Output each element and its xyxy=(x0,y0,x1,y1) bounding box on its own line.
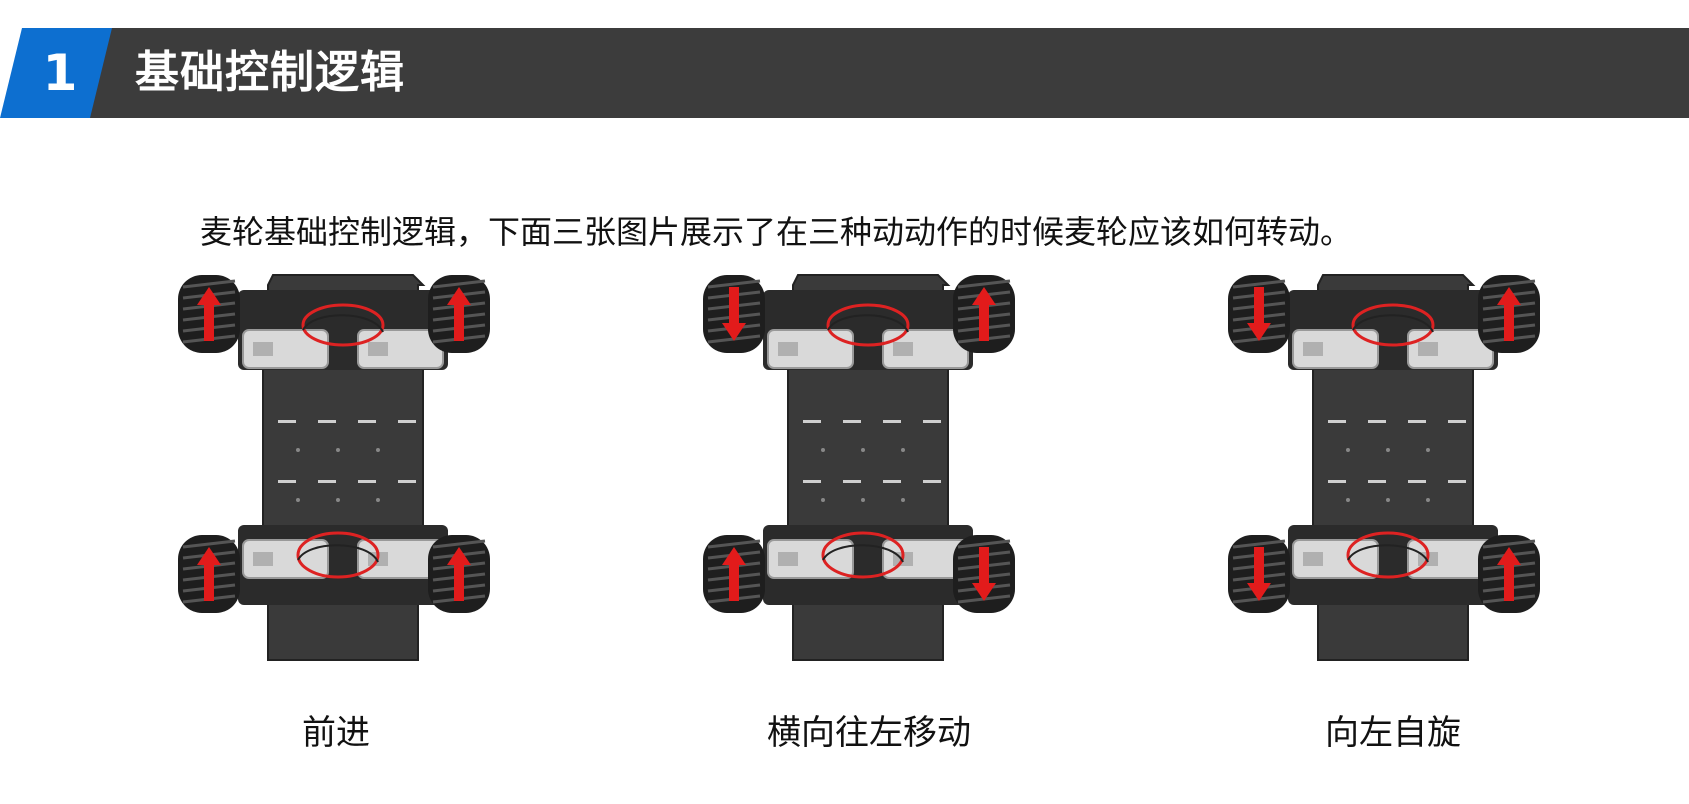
mecanum-wheel-front-right xyxy=(428,275,490,353)
mecanum-wheel-rear-left xyxy=(178,535,240,613)
section-header: 1 基础控制逻辑 xyxy=(0,28,1689,118)
caption-rotate-left: 向左自旋 xyxy=(1325,713,1461,753)
mecanum-wheel-rear-right xyxy=(428,535,490,613)
car-diagram-rotate-left xyxy=(1228,270,1558,670)
mecanum-wheel-front-right xyxy=(953,275,1015,353)
mecanum-wheel-rear-left xyxy=(703,535,765,613)
chassis-svg xyxy=(703,274,1015,661)
section-title: 基础控制逻辑 xyxy=(135,47,405,98)
description-text: 麦轮基础控制逻辑，下面三张图片展示了在三种动动作的时候麦轮应该如何转动。 xyxy=(200,213,1353,251)
mecanum-wheel-front-left xyxy=(178,275,240,353)
chassis-svg xyxy=(1228,274,1540,661)
section-number: 1 xyxy=(42,44,78,102)
car-diagram-forward xyxy=(178,270,508,670)
mecanum-wheel-rear-left xyxy=(1228,535,1290,613)
caption-strafe-left: 横向往左移动 xyxy=(767,713,971,753)
mecanum-wheel-front-left xyxy=(1228,275,1290,353)
caption-forward: 前进 xyxy=(302,713,370,753)
mecanum-wheel-front-right xyxy=(1478,275,1540,353)
chassis-svg xyxy=(178,274,490,661)
mecanum-wheel-rear-right xyxy=(953,535,1015,613)
mecanum-wheel-front-left xyxy=(703,275,765,353)
car-diagram-strafe-left xyxy=(703,270,1033,670)
mecanum-wheel-rear-right xyxy=(1478,535,1540,613)
